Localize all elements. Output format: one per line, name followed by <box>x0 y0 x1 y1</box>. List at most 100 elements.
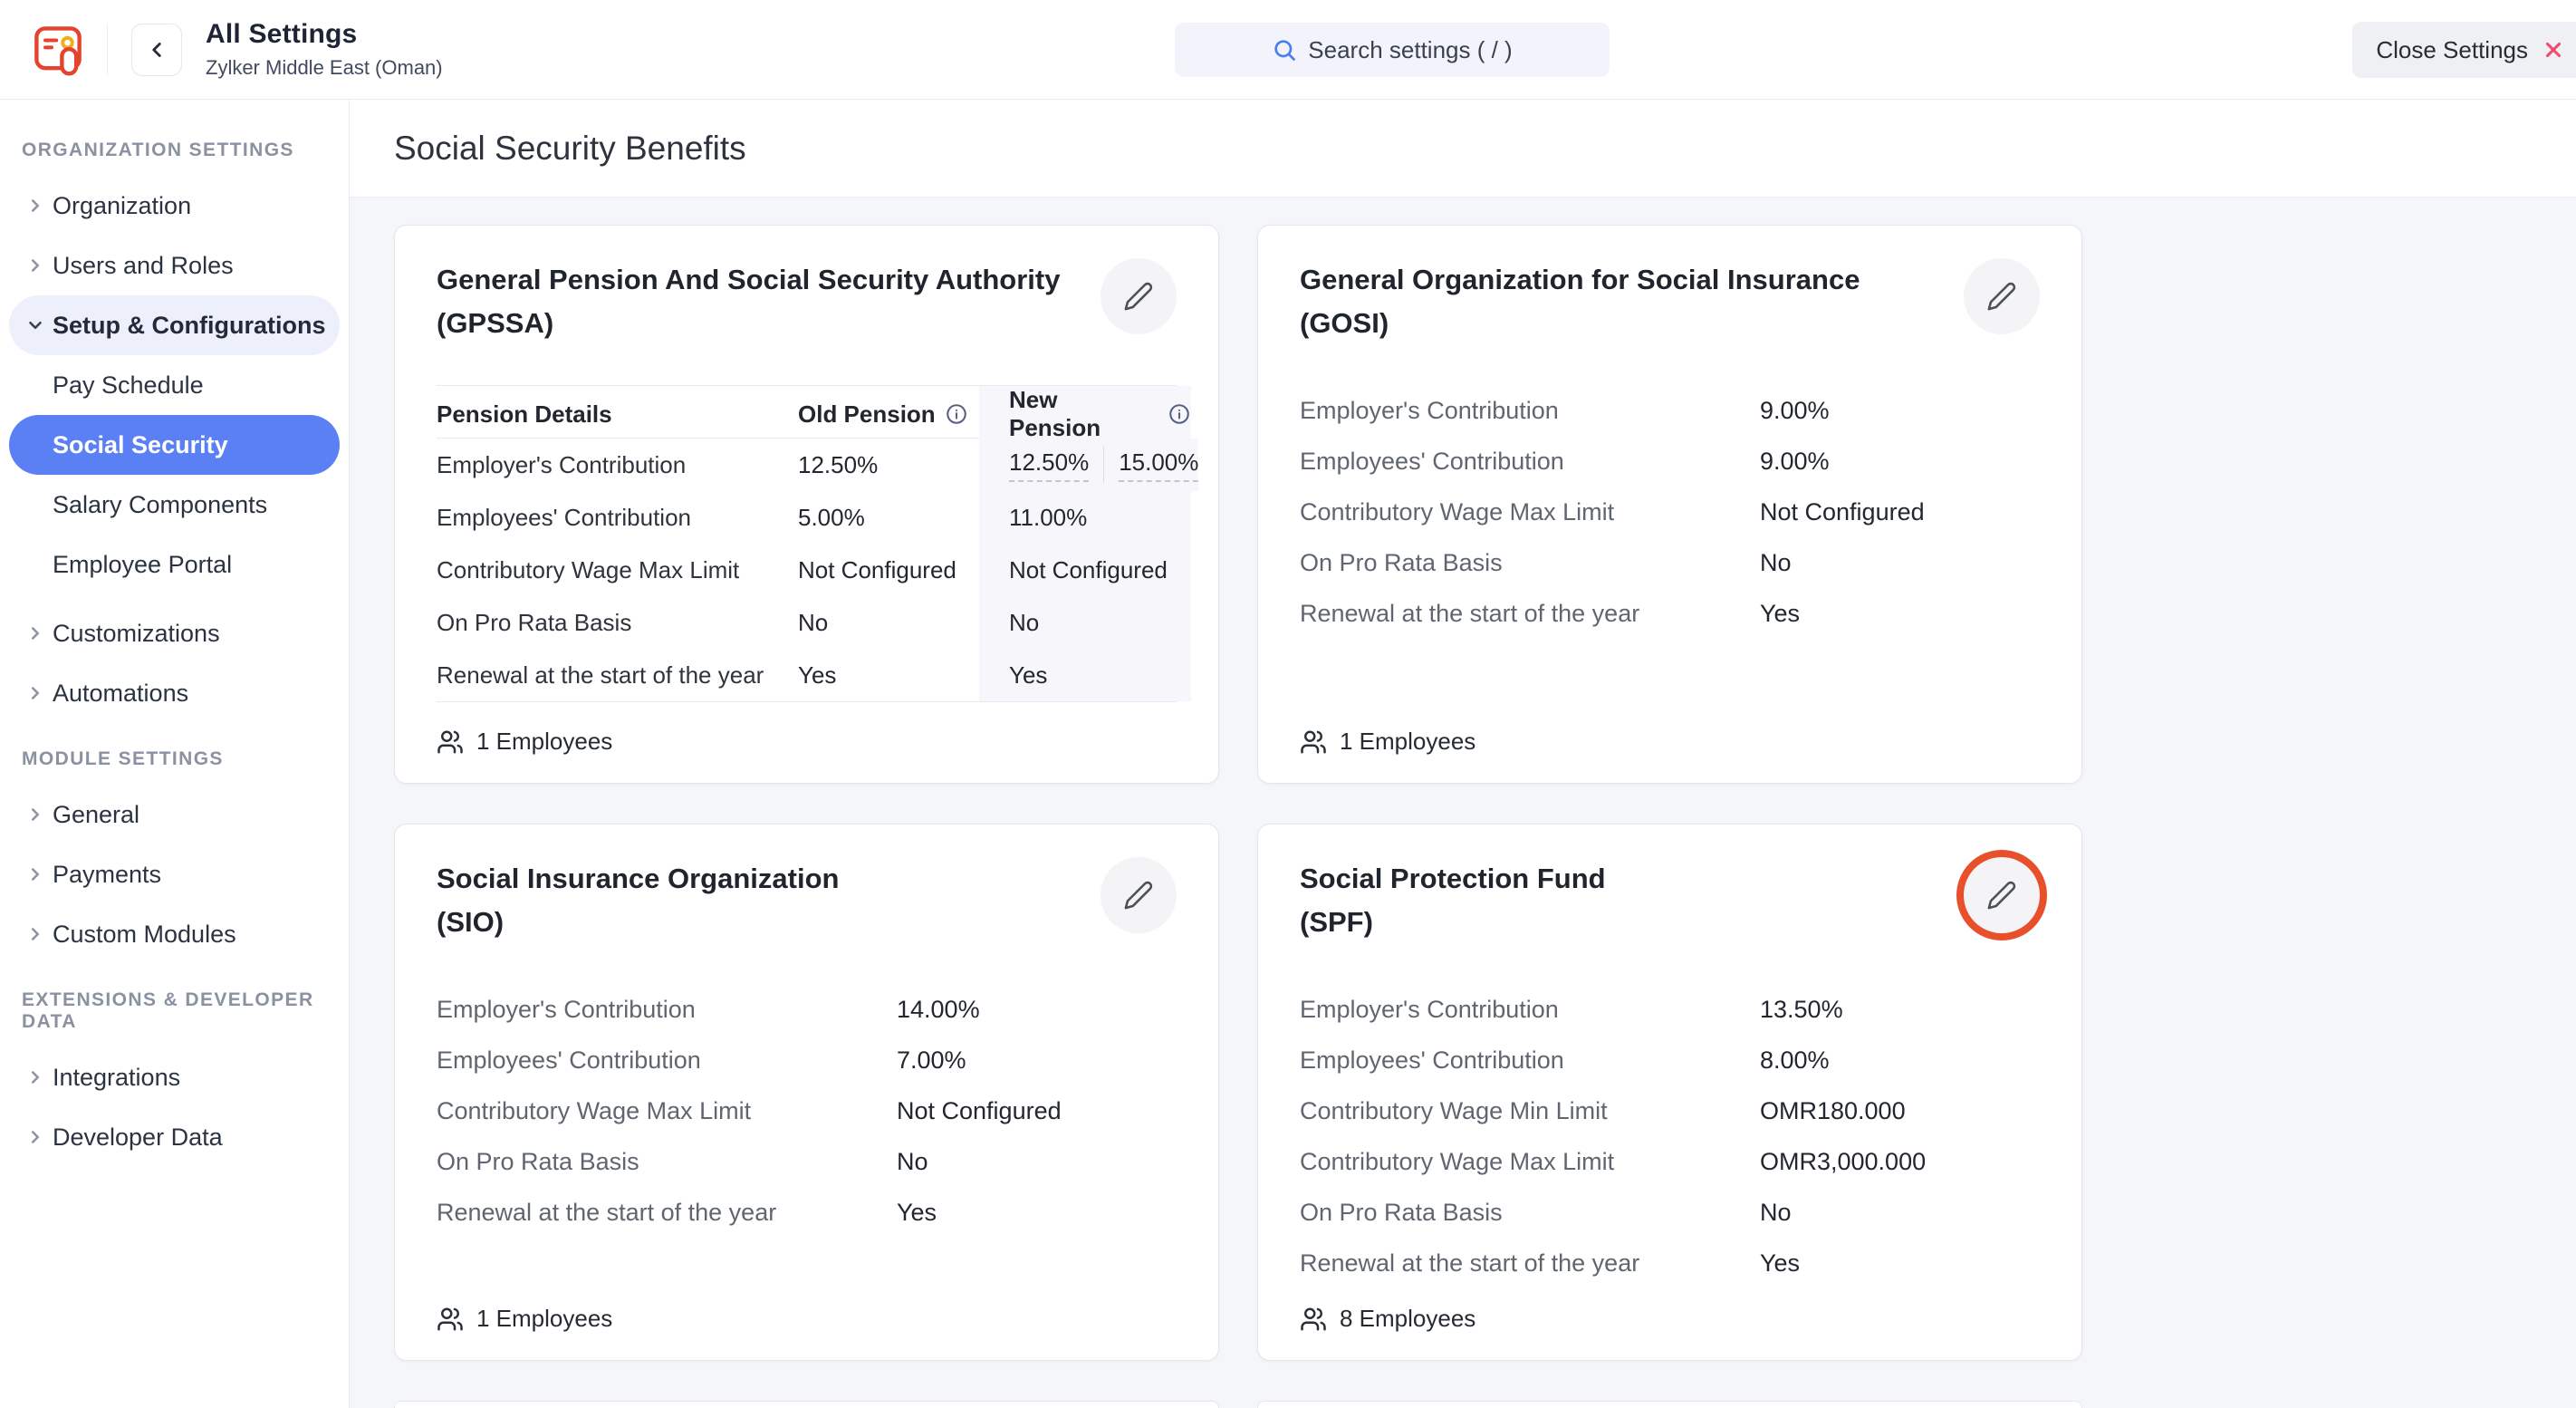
detail-row: Contributory Wage Min LimitOMR180.000 <box>1300 1085 2040 1136</box>
sidebar-item-custom-modules[interactable]: Custom Modules <box>9 904 340 964</box>
detail-row: Renewal at the start of the yearYes <box>1300 588 2040 639</box>
sidebar-item-label: Automations <box>53 680 188 708</box>
detail-row: Employer's Contribution14.00% <box>437 984 1177 1035</box>
sidebar-item-customizations[interactable]: Customizations <box>9 603 340 663</box>
row-label: Renewal at the start of the year <box>437 649 798 701</box>
next-card-partial <box>394 1401 1219 1408</box>
detail-row: Contributory Wage Max LimitNot Configure… <box>437 1085 1177 1136</box>
new-pension-value: 12.50% 15.00% <box>979 439 1198 491</box>
sidebar-item-salary-components[interactable]: Salary Components <box>9 475 340 535</box>
benefit-details: Employer's Contribution9.00% Employees' … <box>1300 385 2040 639</box>
sidebar-item-organization[interactable]: Organization <box>9 176 340 236</box>
search-settings-input[interactable]: Search settings ( / ) <box>1175 23 1610 77</box>
employees-count: 1 Employees <box>437 728 1177 756</box>
detail-row: Employer's Contribution9.00% <box>1300 385 2040 436</box>
edit-spf-button-highlighted[interactable] <box>1964 857 2040 933</box>
settings-title: All Settings <box>206 19 443 50</box>
pension-table: Pension Details Old Pension New Pension … <box>437 385 1177 702</box>
users-icon <box>1300 1306 1327 1333</box>
users-icon <box>437 1306 464 1333</box>
users-icon <box>437 728 464 756</box>
new-pension-value: Not Configured <box>979 544 1191 596</box>
old-pension-value: 12.50% <box>798 439 979 491</box>
detail-row: On Pro Rata BasisNo <box>1300 537 2040 588</box>
detail-row: Employer's Contribution13.50% <box>1300 984 2040 1035</box>
row-label: Employees' Contribution <box>437 491 798 544</box>
sidebar-item-payments[interactable]: Payments <box>9 844 340 904</box>
sidebar-item-label: Custom Modules <box>53 921 236 949</box>
back-button[interactable] <box>131 24 182 76</box>
sidebar-item-label: Salary Components <box>53 491 267 519</box>
sidebar-item-label: Users and Roles <box>53 252 234 280</box>
close-settings-button[interactable]: Close Settings <box>2352 22 2576 78</box>
sidebar-item-users-and-roles[interactable]: Users and Roles <box>9 236 340 295</box>
sidebar-item-social-security[interactable]: Social Security <box>9 415 340 475</box>
sidebar-item-pay-schedule[interactable]: Pay Schedule <box>9 355 340 415</box>
new-pension-value: Yes <box>979 649 1191 701</box>
org-name: Zylker Middle East (Oman) <box>206 56 443 80</box>
employees-count-label: 8 Employees <box>1340 1305 1475 1333</box>
detail-row: Employees' Contribution7.00% <box>437 1035 1177 1085</box>
new-pension-value-a[interactable]: 12.50% <box>1009 448 1089 482</box>
chevron-right-icon <box>25 805 45 825</box>
column-header: Old Pension <box>798 386 979 442</box>
detail-row: On Pro Rata BasisNo <box>437 1136 1177 1187</box>
spf-card: Social Protection Fund (SPF) Employer's … <box>1257 824 2082 1361</box>
detail-row: Renewal at the start of the yearYes <box>437 1187 1177 1238</box>
search-icon <box>1272 37 1297 63</box>
table-row: On Pro Rata Basis No No <box>437 596 1177 649</box>
page-title-bar: Social Security Benefits <box>350 100 2576 198</box>
sidebar-item-label: Developer Data <box>53 1124 223 1152</box>
pencil-icon <box>1123 880 1154 911</box>
main-content: Social Security Benefits General Pension… <box>350 100 2576 1408</box>
sidebar-item-label: Setup & Configurations <box>53 312 325 340</box>
sidebar-item-setup-configurations[interactable]: Setup & Configurations <box>9 295 340 355</box>
sio-card: Social Insurance Organization (SIO) Empl… <box>394 824 1219 1361</box>
edit-sio-button[interactable] <box>1101 857 1177 933</box>
employees-count-label: 1 Employees <box>476 728 612 756</box>
detail-row: Employees' Contribution8.00% <box>1300 1035 2040 1085</box>
old-pension-value: 5.00% <box>798 491 979 544</box>
close-icon <box>2542 38 2565 62</box>
pencil-icon <box>1986 880 2017 911</box>
sidebar-item-automations[interactable]: Automations <box>9 663 340 723</box>
page-title: Social Security Benefits <box>394 130 746 168</box>
employees-count: 1 Employees <box>1300 728 2040 756</box>
sidebar-item-general[interactable]: General <box>9 785 340 844</box>
pencil-icon <box>1123 281 1154 312</box>
edit-gosi-button[interactable] <box>1964 258 2040 334</box>
top-header: All Settings Zylker Middle East (Oman) S… <box>0 0 2576 100</box>
new-pension-value: No <box>979 596 1191 649</box>
employees-count: 8 Employees <box>1300 1305 2040 1333</box>
chevron-right-icon <box>25 196 45 216</box>
sidebar: ORGANIZATION SETTINGS Organization Users… <box>0 100 350 1408</box>
sidebar-item-label: Pay Schedule <box>53 371 204 400</box>
sidebar-item-employee-portal[interactable]: Employee Portal <box>9 535 340 594</box>
pension-table-header-row: Pension Details Old Pension New Pension <box>437 386 1177 439</box>
payroll-logo-icon[interactable] <box>33 24 83 76</box>
column-header: New Pension <box>979 386 1191 442</box>
table-row: Employer's Contribution 12.50% 12.50% 15… <box>437 439 1177 491</box>
column-header: Pension Details <box>437 386 798 442</box>
sidebar-item-label: Integrations <box>53 1064 180 1092</box>
table-row: Employees' Contribution 5.00% 11.00% <box>437 491 1177 544</box>
info-icon[interactable] <box>1168 402 1191 426</box>
next-card-partial <box>1257 1401 2082 1408</box>
sidebar-item-label: Employee Portal <box>53 551 232 579</box>
detail-row: Employees' Contribution9.00% <box>1300 436 2040 487</box>
row-label: Contributory Wage Max Limit <box>437 544 798 596</box>
detail-row: Contributory Wage Max LimitOMR3,000.000 <box>1300 1136 2040 1187</box>
employees-count-label: 1 Employees <box>1340 728 1475 756</box>
table-row: Contributory Wage Max Limit Not Configur… <box>437 544 1177 596</box>
chevron-down-icon <box>25 315 45 335</box>
close-settings-label: Close Settings <box>2376 36 2528 64</box>
edit-gpssa-button[interactable] <box>1101 258 1177 334</box>
new-pension-value-b[interactable]: 15.00% <box>1119 448 1198 482</box>
info-icon[interactable] <box>945 402 968 426</box>
sidebar-item-integrations[interactable]: Integrations <box>9 1047 340 1107</box>
chevron-right-icon <box>25 864 45 884</box>
table-row: Renewal at the start of the year Yes Yes <box>437 649 1177 701</box>
old-pension-value: Not Configured <box>798 544 979 596</box>
gosi-card: General Organization for Social Insuranc… <box>1257 225 2082 784</box>
sidebar-item-developer-data[interactable]: Developer Data <box>9 1107 340 1167</box>
